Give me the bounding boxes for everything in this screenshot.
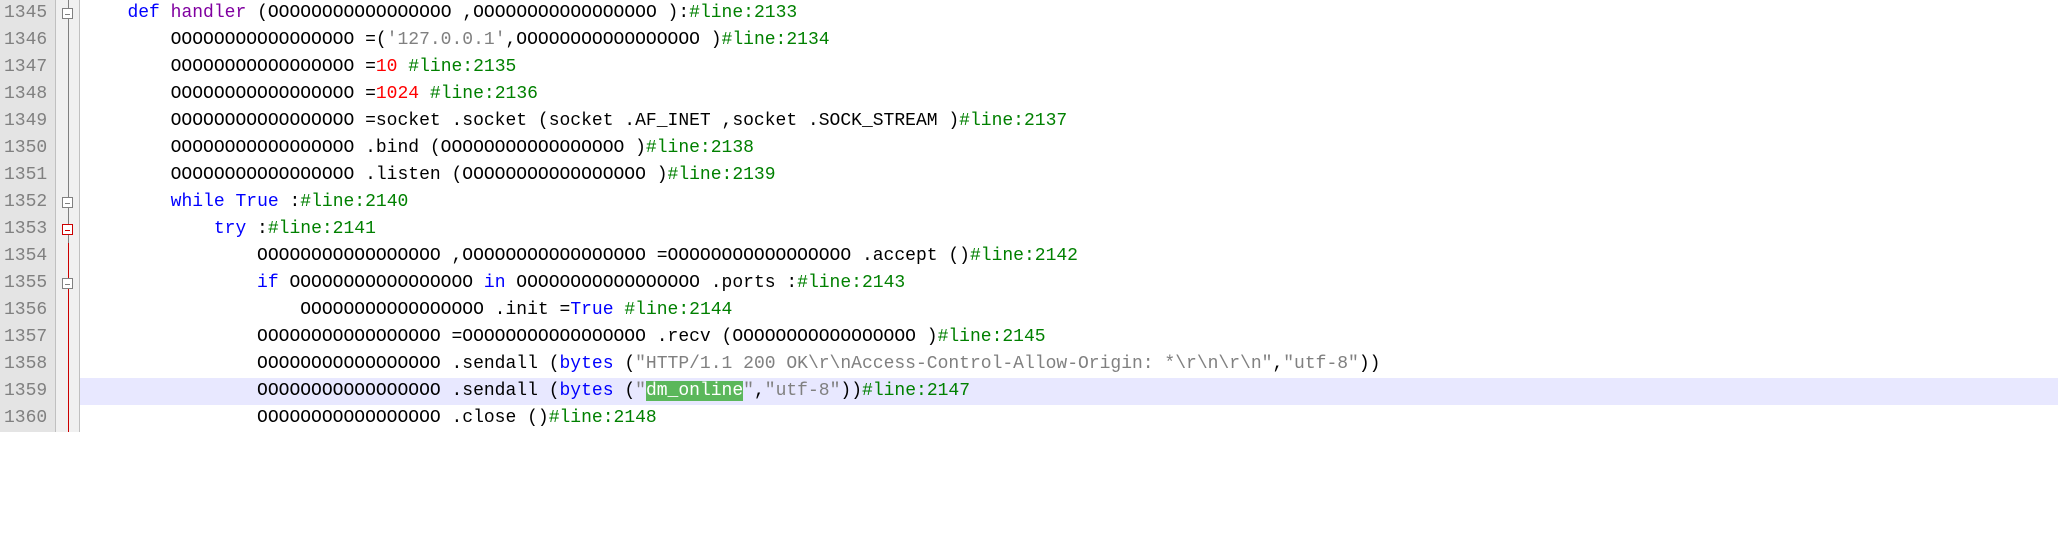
line-number: 1348: [4, 81, 47, 108]
code-line[interactable]: OOOOOOOOOOOOOOOOO .init =True #line:2144: [80, 297, 2058, 324]
fold-marker[interactable]: [56, 27, 79, 54]
line-number: 1356: [4, 297, 47, 324]
fold-marker[interactable]: [56, 378, 79, 405]
code-editor-area[interactable]: def handler (OOOOOOOOOOOOOOOOO ,OOOOOOOO…: [80, 0, 2058, 432]
code-line[interactable]: OOOOOOOOOOOOOOOOO ,OOOOOOOOOOOOOOOOO =OO…: [80, 243, 2058, 270]
line-number: 1347: [4, 54, 47, 81]
line-number-gutter: 1345134613471348134913501351135213531354…: [0, 0, 56, 432]
line-number: 1354: [4, 243, 47, 270]
fold-marker[interactable]: [56, 162, 79, 189]
fold-marker[interactable]: [56, 324, 79, 351]
line-number: 1358: [4, 351, 47, 378]
fold-marker[interactable]: [56, 297, 79, 324]
code-line[interactable]: OOOOOOOOOOOOOOOOO =10 #line:2135: [80, 54, 2058, 81]
fold-marker[interactable]: [56, 405, 79, 432]
fold-column: [56, 0, 80, 432]
fold-marker[interactable]: [56, 81, 79, 108]
code-line[interactable]: OOOOOOOOOOOOOOOOO .listen (OOOOOOOOOOOOO…: [80, 162, 2058, 189]
line-number: 1346: [4, 27, 47, 54]
fold-marker[interactable]: [56, 216, 79, 243]
line-number: 1353: [4, 216, 47, 243]
fold-marker[interactable]: [56, 189, 79, 216]
line-number: 1355: [4, 270, 47, 297]
code-line[interactable]: OOOOOOOOOOOOOOOOO =OOOOOOOOOOOOOOOOO .re…: [80, 324, 2058, 351]
fold-marker[interactable]: [56, 351, 79, 378]
line-number: 1357: [4, 324, 47, 351]
line-number: 1351: [4, 162, 47, 189]
code-line[interactable]: OOOOOOOOOOOOOOOOO =1024 #line:2136: [80, 81, 2058, 108]
fold-marker[interactable]: [56, 0, 79, 27]
fold-marker[interactable]: [56, 108, 79, 135]
line-number: 1350: [4, 135, 47, 162]
fold-marker[interactable]: [56, 135, 79, 162]
code-line[interactable]: OOOOOOOOOOOOOOOOO =('127.0.0.1',OOOOOOOO…: [80, 27, 2058, 54]
code-line[interactable]: OOOOOOOOOOOOOOOOO .bind (OOOOOOOOOOOOOOO…: [80, 135, 2058, 162]
fold-marker[interactable]: [56, 54, 79, 81]
line-number: 1352: [4, 189, 47, 216]
line-number: 1360: [4, 405, 47, 432]
line-number: 1345: [4, 0, 47, 27]
code-line[interactable]: OOOOOOOOOOOOOOOOO =socket .socket (socke…: [80, 108, 2058, 135]
code-line[interactable]: OOOOOOOOOOOOOOOOO .sendall (bytes ("dm_o…: [80, 378, 2058, 405]
code-line[interactable]: OOOOOOOOOOOOOOOOO .sendall (bytes ("HTTP…: [80, 351, 2058, 378]
fold-marker[interactable]: [56, 270, 79, 297]
code-line[interactable]: def handler (OOOOOOOOOOOOOOOOO ,OOOOOOOO…: [80, 0, 2058, 27]
code-line[interactable]: try :#line:2141: [80, 216, 2058, 243]
code-line[interactable]: while True :#line:2140: [80, 189, 2058, 216]
code-line[interactable]: if OOOOOOOOOOOOOOOOO in OOOOOOOOOOOOOOOO…: [80, 270, 2058, 297]
fold-marker[interactable]: [56, 243, 79, 270]
line-number: 1359: [4, 378, 47, 405]
line-number: 1349: [4, 108, 47, 135]
code-line[interactable]: OOOOOOOOOOOOOOOOO .close ()#line:2148: [80, 405, 2058, 432]
